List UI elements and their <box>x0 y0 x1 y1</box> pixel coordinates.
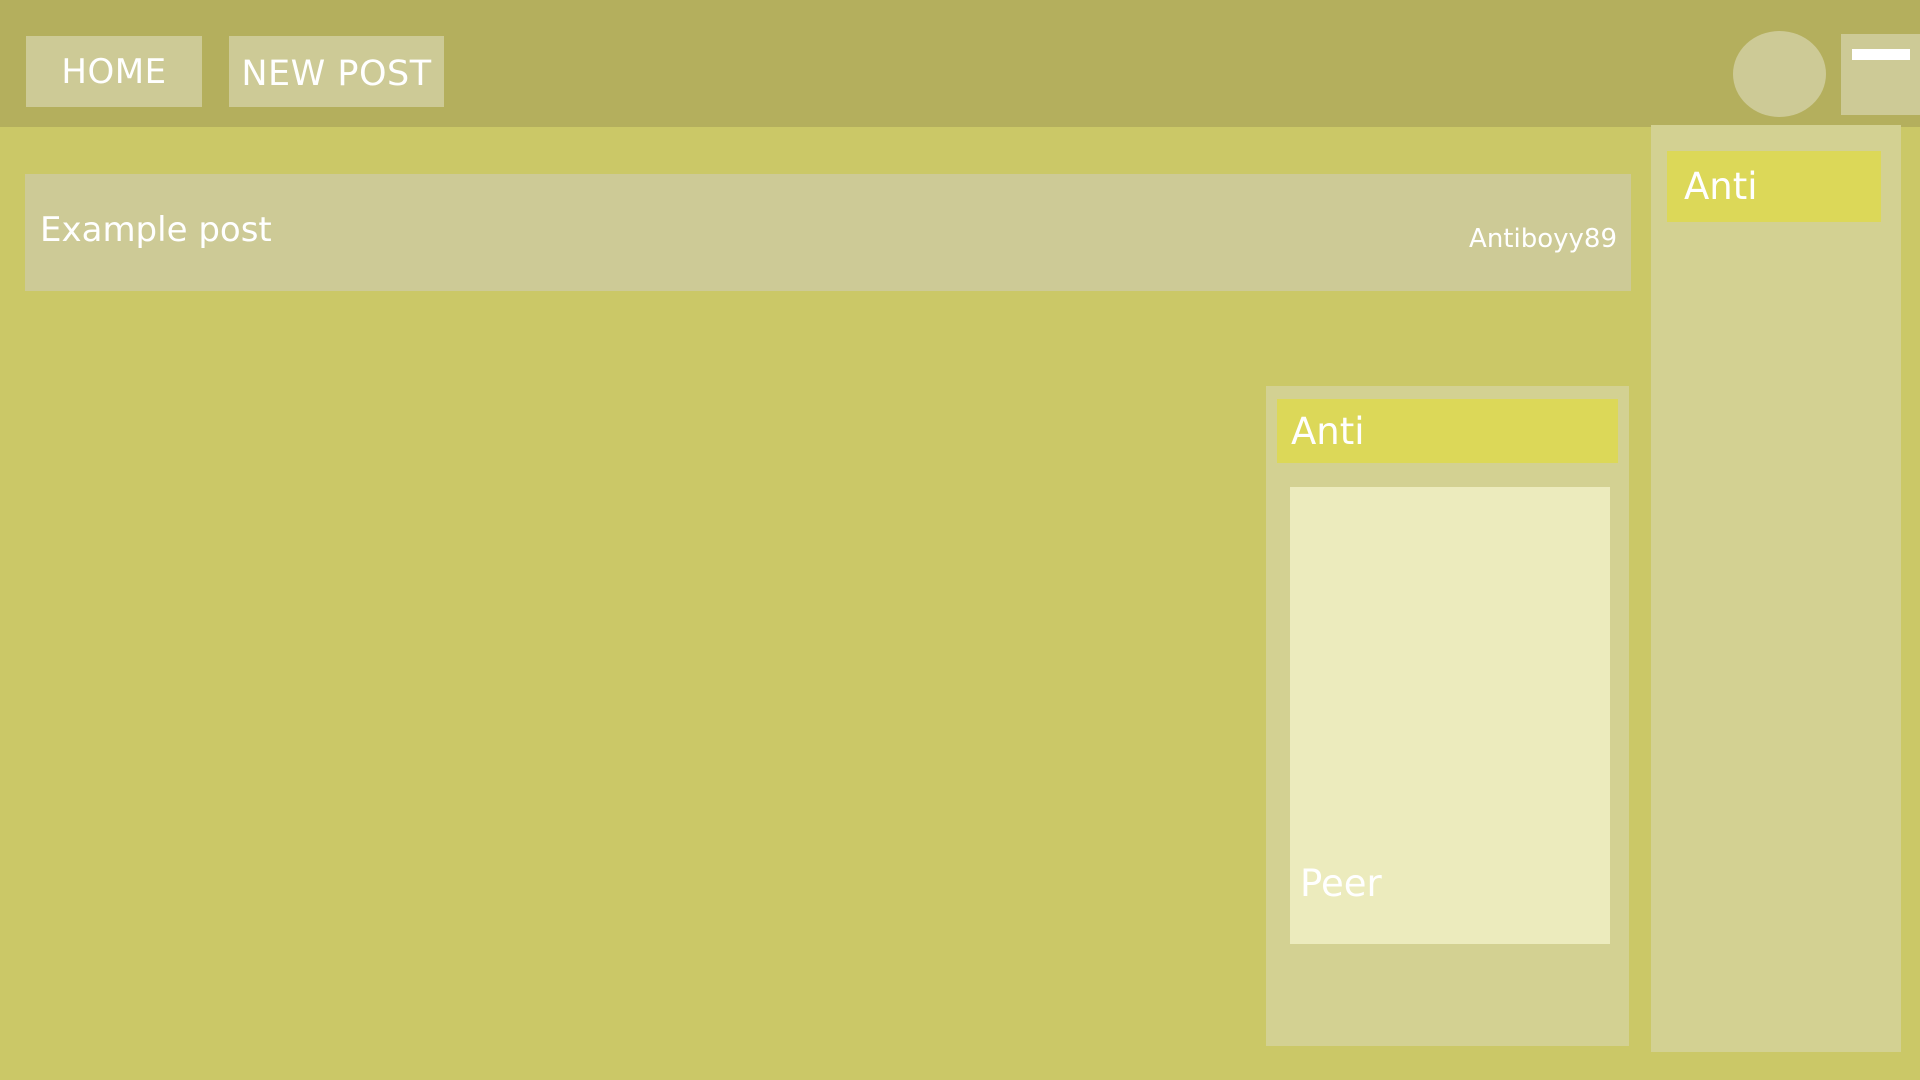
post-title: Example post <box>40 210 272 250</box>
profile-card: Anti Peer <box>1266 386 1629 1046</box>
post-author: Antiboyy89 <box>1469 224 1617 254</box>
profile-image-caption: Peer <box>1300 862 1382 905</box>
sidebar-header[interactable]: Anti <box>1667 151 1881 222</box>
home-button[interactable]: HOME <box>26 36 202 107</box>
profile-image: Peer <box>1290 487 1610 944</box>
sidebar-panel: Anti <box>1651 125 1901 1052</box>
menu-button[interactable] <box>1841 34 1920 115</box>
avatar[interactable] <box>1733 31 1826 117</box>
top-bar: HOME NEW POST <box>0 0 1920 127</box>
new-post-button[interactable]: NEW POST <box>229 36 444 107</box>
post-card[interactable]: Example post Antiboyy89 <box>25 174 1631 291</box>
profile-card-header: Anti <box>1277 399 1618 463</box>
hamburger-menu-icon <box>1852 49 1910 60</box>
